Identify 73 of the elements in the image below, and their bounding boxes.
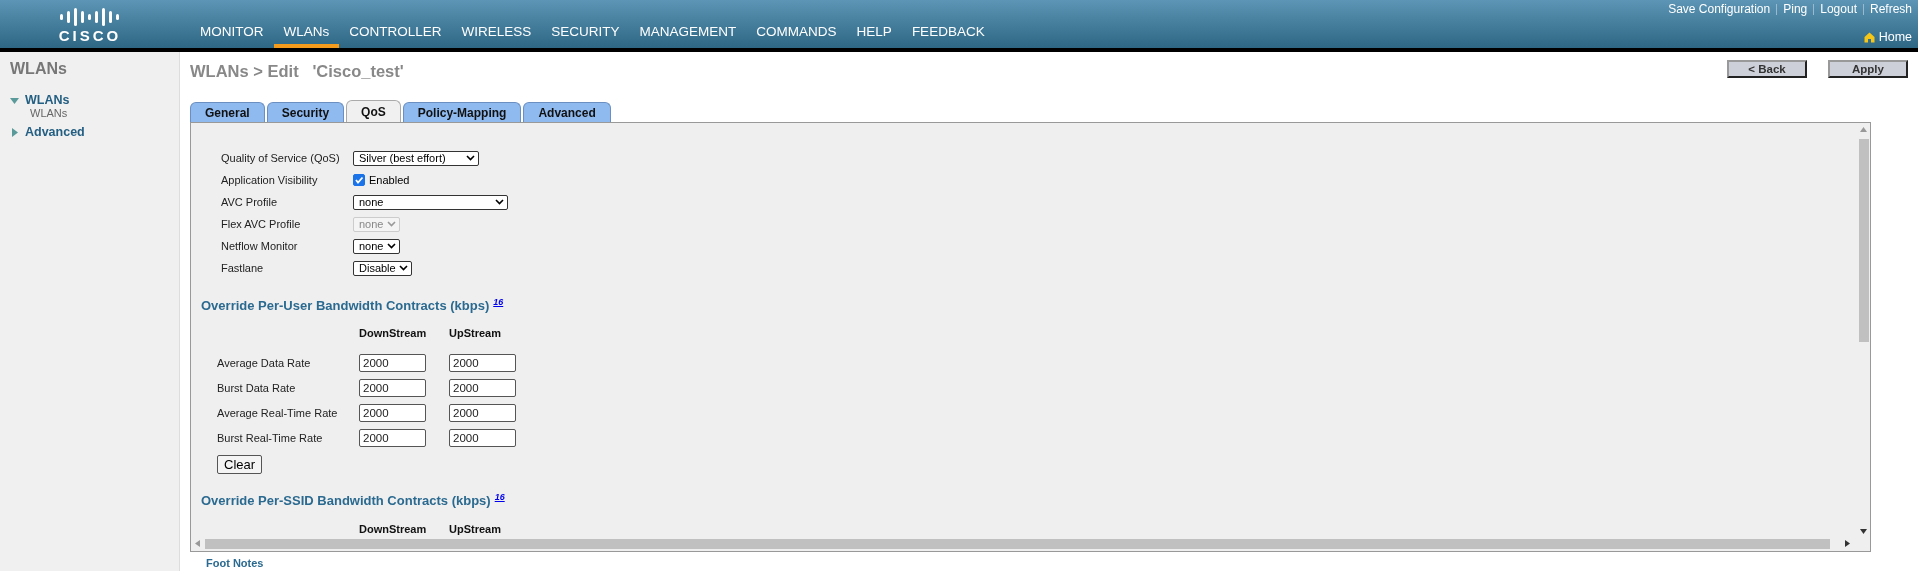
logo-bars-icon <box>59 6 121 26</box>
header-link[interactable]: Save Configuration <box>1668 2 1771 16</box>
page-title: WLANs > Edit 'Cisco_test' <box>190 62 404 81</box>
house-icon <box>1863 31 1875 43</box>
chevron-down-icon <box>399 265 408 271</box>
sidebar-subitem[interactable]: WLANs <box>30 107 169 119</box>
chevron-down-icon <box>387 221 396 227</box>
page-button[interactable]: < Back <box>1727 60 1807 78</box>
dropdown[interactable]: none <box>353 194 508 210</box>
chevron-down-icon <box>495 199 504 205</box>
clear-button[interactable]: Clear <box>217 455 263 475</box>
row-label: Burst Real-Time Rate <box>217 432 324 445</box>
nav-tab[interactable]: COMMANDS <box>746 0 847 48</box>
tab[interactable]: Policy-Mapping <box>402 102 522 122</box>
header-link[interactable]: Ping <box>1783 2 1808 16</box>
nav-tab[interactable]: HELP <box>846 0 902 48</box>
checkbox-label: Enabled <box>369 174 410 186</box>
home-link[interactable]: Home <box>1878 30 1912 44</box>
nav-tab[interactable]: SECURITY <box>541 0 630 48</box>
tab[interactable]: QoS <box>346 100 401 122</box>
rate-input[interactable]: 2000 <box>359 354 426 373</box>
column-heading: DownStream <box>359 327 428 342</box>
field-label: Netflow Monitor <box>221 240 299 252</box>
rate-input[interactable]: 2000 <box>449 354 516 373</box>
footnotes-heading: Foot Notes <box>206 557 265 569</box>
column-heading: DownStream <box>359 522 428 537</box>
rate-input[interactable]: 2000 <box>359 379 426 398</box>
chevron-down-icon <box>466 155 475 161</box>
sidebar-item[interactable]: Advanced <box>25 125 85 139</box>
nav-tab[interactable]: WIRELESS <box>451 0 542 48</box>
section-heading: Override Per-SSID Bandwidth Contracts (kbps) <box>201 493 491 509</box>
field-label: Quality of Service (QoS) <box>221 152 341 164</box>
scroll-left-icon[interactable] <box>195 540 200 547</box>
nav-tab[interactable]: MANAGEMENT <box>629 0 747 48</box>
sidebar-item[interactable]: WLANs <box>25 93 70 107</box>
section-heading: Override Per-User Bandwidth Contracts (kbps) <box>201 298 490 314</box>
row-label: Average Real-Time Rate <box>217 407 339 420</box>
page-button[interactable]: Apply <box>1828 60 1908 78</box>
dropdown[interactable]: none <box>353 238 400 254</box>
nav-tab[interactable]: CONTROLLER <box>339 0 452 48</box>
field-label: Fastlane <box>221 262 265 274</box>
field-label: Flex AVC Profile <box>221 218 302 230</box>
scroll-right-icon[interactable] <box>1845 540 1850 547</box>
tab[interactable]: General <box>190 102 265 122</box>
footnote-link[interactable]: 16 <box>494 492 505 503</box>
sidebar-title: WLANs <box>10 60 68 78</box>
row-label: Burst Data Rate <box>217 382 297 395</box>
rate-input[interactable]: 2000 <box>449 429 516 448</box>
dropdown[interactable]: Silver (best effort) <box>353 150 479 166</box>
caret-down-icon[interactable] <box>10 95 19 105</box>
tab[interactable]: Security <box>266 102 345 122</box>
nav-tab[interactable]: MONITOR <box>190 0 274 48</box>
tab[interactable]: Advanced <box>523 102 611 122</box>
header-link[interactable]: Logout <box>1820 2 1857 16</box>
rate-input[interactable]: 2000 <box>449 404 516 423</box>
header-link[interactable]: Refresh <box>1869 2 1912 16</box>
row-label: Average Data Rate <box>217 357 312 370</box>
column-heading: UpStream <box>449 327 502 342</box>
checkbox[interactable] <box>353 174 365 186</box>
scroll-down-icon[interactable] <box>1860 529 1867 534</box>
field-label: Application Visibility <box>221 174 319 186</box>
column-heading: UpStream <box>449 522 502 537</box>
field-label: AVC Profile <box>221 196 279 208</box>
rate-input[interactable]: 2000 <box>449 379 516 398</box>
rate-input[interactable]: 2000 <box>359 429 426 448</box>
scroll-up-icon[interactable] <box>1860 127 1867 132</box>
logo-text: CISCO <box>58 27 122 44</box>
caret-right-icon[interactable] <box>10 127 19 137</box>
nav-tab[interactable]: FEEDBACK <box>901 0 995 48</box>
dropdown[interactable]: Disable <box>353 260 412 276</box>
footnote-link[interactable]: 16 <box>493 297 504 307</box>
chevron-down-icon <box>387 243 396 249</box>
rate-input[interactable]: 2000 <box>359 404 426 423</box>
